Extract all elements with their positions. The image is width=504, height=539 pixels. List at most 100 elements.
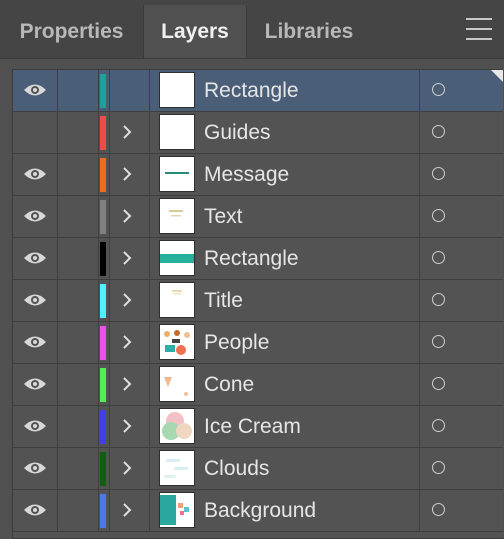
column-divider bbox=[419, 406, 420, 447]
column-divider bbox=[419, 280, 420, 321]
column-divider bbox=[149, 490, 150, 531]
column-divider bbox=[149, 112, 150, 153]
target-circle-icon[interactable] bbox=[432, 125, 445, 138]
column-divider bbox=[149, 280, 150, 321]
chevron-right-icon[interactable] bbox=[121, 502, 133, 518]
chevron-right-icon[interactable] bbox=[121, 292, 133, 308]
eye-icon[interactable] bbox=[23, 208, 47, 224]
eye-icon[interactable] bbox=[23, 460, 47, 476]
chevron-right-icon[interactable] bbox=[121, 208, 133, 224]
layer-name[interactable]: Clouds bbox=[204, 448, 269, 489]
target-circle-icon[interactable] bbox=[432, 167, 445, 180]
column-divider bbox=[57, 196, 58, 237]
layer-name[interactable]: Background bbox=[204, 490, 316, 531]
layer-row[interactable]: Background bbox=[13, 490, 503, 532]
layer-name[interactable]: Text bbox=[204, 196, 243, 237]
eye-icon[interactable] bbox=[23, 292, 47, 308]
column-divider bbox=[57, 322, 58, 363]
column-divider bbox=[149, 406, 150, 447]
column-divider bbox=[109, 448, 110, 489]
column-divider bbox=[149, 364, 150, 405]
eye-icon[interactable] bbox=[23, 376, 47, 392]
target-circle-icon[interactable] bbox=[432, 335, 445, 348]
target-circle-icon[interactable] bbox=[432, 251, 445, 264]
column-divider bbox=[109, 112, 110, 153]
column-divider bbox=[109, 490, 110, 531]
target-circle-icon[interactable] bbox=[432, 377, 445, 390]
chevron-right-icon[interactable] bbox=[121, 460, 133, 476]
tab-libraries[interactable]: Libraries bbox=[247, 5, 371, 58]
target-circle-icon[interactable] bbox=[432, 293, 445, 306]
layers-list: Rectangle Guides Message Text Rectangle Title… bbox=[12, 69, 503, 539]
layer-row[interactable]: Guides bbox=[13, 112, 503, 154]
layer-thumbnail bbox=[159, 240, 195, 276]
eye-icon[interactable] bbox=[23, 334, 47, 350]
layer-name[interactable]: Ice Cream bbox=[204, 406, 301, 447]
chevron-right-icon[interactable] bbox=[121, 418, 133, 434]
chevron-right-icon[interactable] bbox=[121, 166, 133, 182]
eye-icon[interactable] bbox=[23, 250, 47, 266]
target-circle-icon[interactable] bbox=[432, 419, 445, 432]
layer-row[interactable]: Title bbox=[13, 280, 503, 322]
column-divider bbox=[419, 154, 420, 195]
layer-name[interactable]: Cone bbox=[204, 364, 254, 405]
column-divider bbox=[57, 112, 58, 153]
layer-thumbnail bbox=[159, 198, 195, 234]
visibility-toggle-empty[interactable] bbox=[23, 124, 47, 140]
column-divider bbox=[149, 322, 150, 363]
chevron-right-icon[interactable] bbox=[121, 376, 133, 392]
chevron-right-icon[interactable] bbox=[121, 250, 133, 266]
column-divider bbox=[149, 238, 150, 279]
layer-name[interactable]: Rectangle bbox=[204, 238, 299, 279]
eye-icon[interactable] bbox=[23, 82, 47, 98]
layer-name[interactable]: Guides bbox=[204, 112, 271, 153]
chevron-right-icon[interactable] bbox=[121, 124, 133, 140]
column-divider bbox=[57, 364, 58, 405]
hamburger-menu-icon[interactable] bbox=[466, 18, 492, 40]
layer-color-indicator bbox=[100, 116, 106, 150]
column-divider bbox=[419, 322, 420, 363]
eye-icon[interactable] bbox=[23, 166, 47, 182]
layer-row[interactable]: Text bbox=[13, 196, 503, 238]
layer-color-indicator bbox=[100, 326, 106, 360]
column-divider bbox=[149, 154, 150, 195]
layer-row[interactable]: Clouds bbox=[13, 448, 503, 490]
layer-thumbnail bbox=[159, 72, 195, 108]
layer-thumbnail bbox=[159, 492, 195, 528]
layer-row[interactable]: Message bbox=[13, 154, 503, 196]
column-divider bbox=[98, 448, 99, 489]
target-circle-icon[interactable] bbox=[432, 461, 445, 474]
layer-name[interactable]: People bbox=[204, 322, 269, 363]
layer-row[interactable]: Ice Cream bbox=[13, 406, 503, 448]
selection-corner-indicator bbox=[491, 70, 503, 82]
column-divider bbox=[98, 238, 99, 279]
tab-properties[interactable]: Properties bbox=[0, 5, 143, 58]
layer-row[interactable]: Rectangle bbox=[13, 70, 503, 112]
layer-row[interactable]: Cone bbox=[13, 364, 503, 406]
target-circle-icon[interactable] bbox=[432, 209, 445, 222]
target-circle-icon[interactable] bbox=[432, 503, 445, 516]
column-divider bbox=[57, 154, 58, 195]
layer-name[interactable]: Message bbox=[204, 154, 289, 195]
layer-thumbnail bbox=[159, 366, 195, 402]
layer-name[interactable]: Rectangle bbox=[204, 70, 299, 111]
column-divider bbox=[419, 490, 420, 531]
tab-layers[interactable]: Layers bbox=[143, 5, 247, 58]
column-divider bbox=[98, 406, 99, 447]
layer-name[interactable]: Title bbox=[204, 280, 243, 321]
column-divider bbox=[109, 70, 110, 111]
column-divider bbox=[109, 364, 110, 405]
column-divider bbox=[109, 280, 110, 321]
panel-tab-bar: Properties Layers Libraries bbox=[0, 0, 504, 59]
target-circle-icon[interactable] bbox=[432, 83, 445, 96]
column-divider bbox=[98, 364, 99, 405]
layer-row[interactable]: Rectangle bbox=[13, 238, 503, 280]
layer-color-indicator bbox=[100, 368, 106, 402]
eye-icon[interactable] bbox=[23, 418, 47, 434]
layer-row[interactable]: People bbox=[13, 322, 503, 364]
eye-icon[interactable] bbox=[23, 502, 47, 518]
column-divider bbox=[149, 196, 150, 237]
column-divider bbox=[109, 322, 110, 363]
chevron-right-icon[interactable] bbox=[121, 334, 133, 350]
column-divider bbox=[98, 322, 99, 363]
